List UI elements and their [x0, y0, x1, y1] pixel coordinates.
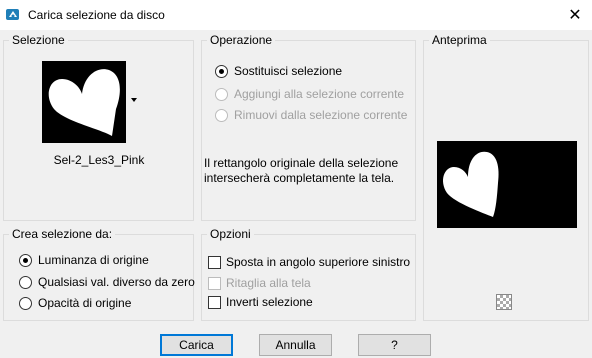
checkbox-unchecked-icon: [208, 295, 221, 309]
close-icon: ✕: [568, 7, 582, 24]
transparency-toggle-icon[interactable]: [496, 294, 512, 310]
preview-group-label: Anteprima: [429, 33, 490, 47]
preview-group: Anteprima: [423, 33, 589, 321]
operation-group-label: Operazione: [207, 33, 276, 47]
preview-image: [437, 141, 577, 228]
checkbox-invert-selection[interactable]: Inverti selezione: [208, 295, 313, 309]
create-from-group-label: Crea selezione da:: [9, 227, 116, 241]
radio-source-luminance[interactable]: Luminanza di origine: [19, 253, 149, 267]
radio-source-opacity[interactable]: Opacità di origine: [19, 296, 131, 310]
load-button[interactable]: Carica: [160, 334, 233, 356]
heart-shape: [48, 69, 120, 136]
selection-group: Selezione Sel-2_Les3_Pink: [3, 33, 194, 221]
radio-unchecked-icon: [215, 108, 228, 122]
checkbox-unchecked-icon: [208, 276, 221, 290]
heart-shape: [443, 151, 499, 217]
radio-checked-icon: [215, 64, 228, 78]
radio-any-nonzero[interactable]: Qualsiasi val. diverso da zero: [19, 275, 195, 289]
radio-label: Aggiungi alla selezione corrente: [234, 87, 405, 101]
radio-label: Rimuovi dalla selezione corrente: [234, 108, 408, 122]
checkbox-label: Inverti selezione: [226, 295, 313, 309]
radio-checked-icon: [19, 253, 32, 267]
radio-label: Qualsiasi val. diverso da zero: [38, 275, 195, 289]
checkbox-label: Ritaglia alla tela: [226, 276, 311, 290]
checkbox-crop-to-canvas[interactable]: Ritaglia alla tela: [208, 276, 311, 290]
help-button[interactable]: ?: [358, 334, 431, 356]
window-title: Carica selezione da disco: [28, 8, 165, 22]
close-button[interactable]: ✕: [558, 0, 592, 30]
paint-shop-icon: [6, 9, 19, 20]
radio-label: Luminanza di origine: [38, 253, 149, 267]
operation-info-text: Il rettangolo originale della selezione …: [204, 156, 399, 185]
checkbox-label: Sposta in angolo superiore sinistro: [226, 255, 411, 269]
radio-unchecked-icon: [19, 296, 32, 310]
chevron-down-icon[interactable]: [131, 98, 137, 102]
options-group-label: Opzioni: [207, 227, 254, 241]
radio-label: Sostituisci selezione: [234, 64, 343, 78]
radio-replace-selection[interactable]: Sostituisci selezione: [215, 64, 342, 78]
radio-add-to-selection[interactable]: Aggiungi alla selezione corrente: [215, 87, 404, 101]
cancel-button[interactable]: Annulla: [259, 334, 332, 356]
checkbox-unchecked-icon: [208, 255, 221, 269]
radio-unchecked-icon: [215, 87, 228, 101]
radio-label: Opacità di origine: [38, 296, 132, 310]
selection-group-label: Selezione: [9, 33, 68, 47]
title-bar: Carica selezione da disco ✕: [0, 0, 592, 30]
radio-remove-from-selection[interactable]: Rimuovi dalla selezione corrente: [215, 108, 407, 122]
checkbox-move-top-left[interactable]: Sposta in angolo superiore sinistro: [208, 255, 410, 269]
selection-filename: Sel-2_Les3_Pink: [53, 153, 145, 167]
radio-unchecked-icon: [19, 275, 32, 289]
selection-thumbnail[interactable]: [42, 61, 126, 143]
